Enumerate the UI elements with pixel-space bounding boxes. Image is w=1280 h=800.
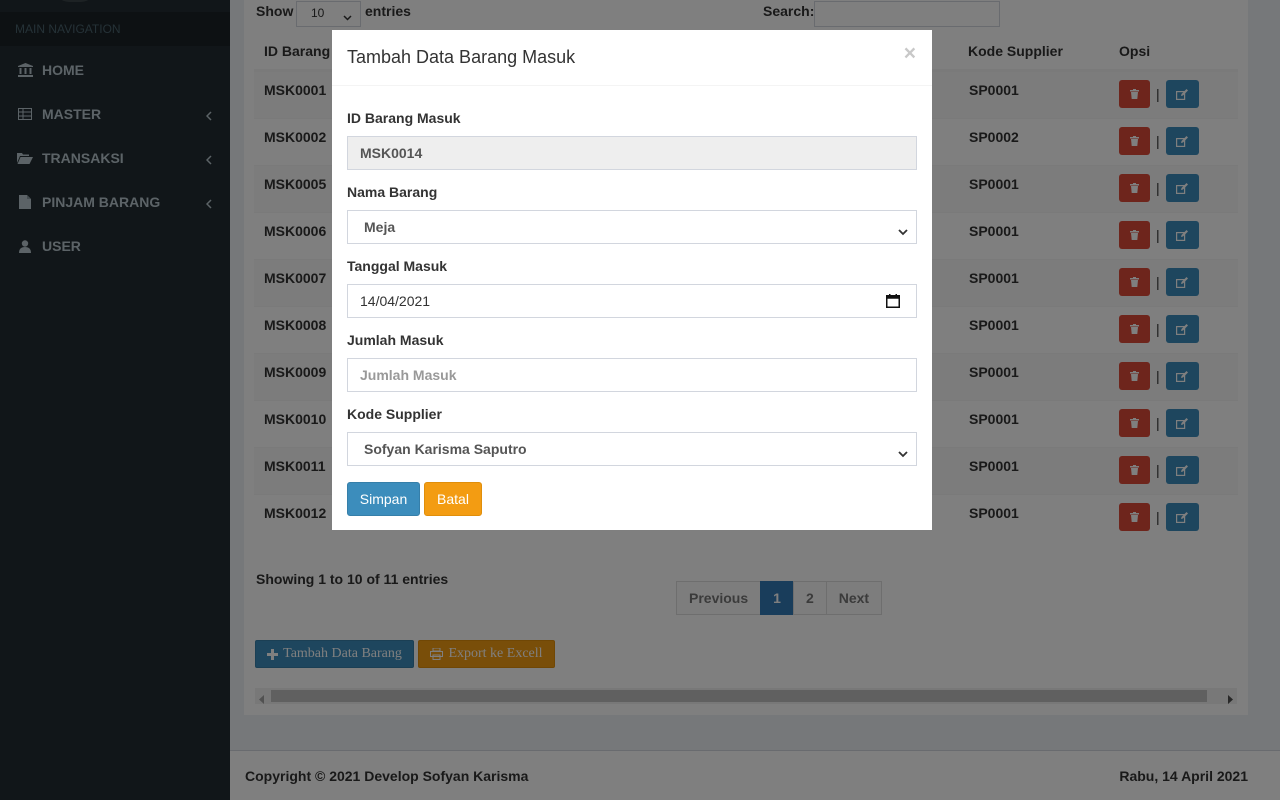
id-barang-masuk-label: ID Barang Masuk: [347, 110, 461, 126]
nama-barang-value: Meja: [364, 219, 396, 235]
kode-supplier-select[interactable]: Sofyan Karisma Saputro: [347, 432, 917, 466]
modal-title: Tambah Data Barang Masuk: [347, 47, 576, 67]
kode-supplier-label: Kode Supplier: [347, 406, 442, 422]
id-barang-masuk-field: MSK0014: [347, 136, 917, 170]
tanggal-masuk-date-input[interactable]: 14/04/2021: [347, 284, 917, 318]
add-incoming-goods-modal: Tambah Data Barang Masuk × ID Barang Mas…: [332, 30, 932, 530]
calendar-icon[interactable]: [886, 294, 900, 311]
tanggal-masuk-label: Tanggal Masuk: [347, 258, 448, 274]
jumlah-masuk-placeholder: Jumlah Masuk: [360, 367, 457, 383]
kode-supplier-value: Sofyan Karisma Saputro: [364, 441, 527, 457]
jumlah-masuk-label: Jumlah Masuk: [347, 332, 444, 348]
chevron-down-icon: [898, 445, 908, 461]
nama-barang-select[interactable]: Meja: [347, 210, 917, 244]
close-icon[interactable]: ×: [904, 42, 916, 66]
cancel-button[interactable]: Batal: [424, 482, 482, 516]
modal-header: Tambah Data Barang Masuk ×: [332, 30, 932, 86]
nama-barang-label: Nama Barang: [347, 184, 438, 200]
chevron-down-icon: [898, 223, 908, 239]
jumlah-masuk-input[interactable]: Jumlah Masuk: [347, 358, 917, 392]
id-barang-masuk-value: MSK0014: [360, 145, 423, 161]
tanggal-masuk-value: 14/04/2021: [360, 293, 431, 309]
save-button[interactable]: Simpan: [347, 482, 420, 516]
